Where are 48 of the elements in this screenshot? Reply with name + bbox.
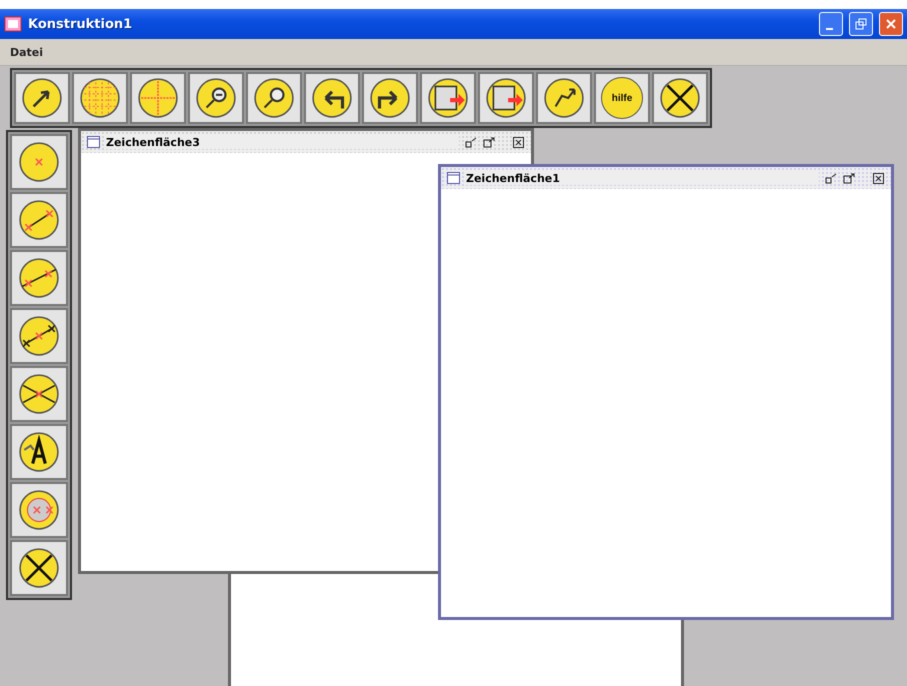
menu-item[interactable]: Datei — [10, 46, 44, 58]
close-icon[interactable] — [873, 172, 885, 184]
intersection-icon — [18, 373, 60, 415]
restore-button[interactable] — [849, 12, 873, 36]
iconify-icon[interactable] — [465, 136, 477, 148]
tool-button[interactable] — [652, 72, 708, 124]
maximize-icon[interactable] — [483, 136, 495, 148]
axes-icon — [137, 77, 179, 119]
frame-title: Zeichenfläche1 — [466, 172, 819, 184]
tool-button[interactable] — [10, 308, 68, 364]
close-icon — [659, 77, 701, 119]
segment-icon — [18, 199, 60, 241]
tool-button[interactable] — [478, 72, 534, 124]
close-icon[interactable] — [513, 136, 525, 148]
undo-icon — [311, 77, 353, 119]
redo-icon — [369, 77, 411, 119]
maximize-icon[interactable] — [843, 172, 855, 184]
pointer-icon — [21, 77, 63, 119]
tool-button[interactable] — [10, 366, 68, 422]
close-button[interactable] — [879, 12, 903, 36]
minimize-button[interactable] — [819, 12, 843, 36]
tool-button[interactable] — [246, 72, 302, 124]
close-icon — [18, 547, 60, 589]
circle-icon — [18, 489, 60, 531]
tool-button[interactable] — [14, 72, 70, 124]
tool-button[interactable] — [188, 72, 244, 124]
help-button[interactable]: hilfe — [594, 72, 650, 124]
tool-button[interactable] — [304, 72, 360, 124]
close-icon — [885, 18, 897, 30]
save-icon — [427, 77, 469, 119]
tool-button[interactable] — [10, 424, 68, 480]
grid-icon — [79, 77, 121, 119]
point-icon — [18, 141, 60, 183]
iconify-icon[interactable] — [825, 172, 837, 184]
tool-button[interactable] — [362, 72, 418, 124]
frame-icon — [447, 172, 460, 184]
tool-button[interactable] — [536, 72, 592, 124]
tool-button[interactable] — [10, 540, 68, 596]
frame-icon — [87, 136, 100, 148]
tool-button[interactable] — [420, 72, 476, 124]
minimize-icon — [826, 28, 832, 30]
move-icon — [543, 77, 585, 119]
frame-title: Zeichenfläche3 — [106, 136, 459, 148]
restore-icon — [855, 18, 867, 30]
app-icon — [4, 15, 22, 33]
window-title: Konstruktion1 — [28, 16, 134, 32]
ray-icon — [18, 315, 60, 357]
label-icon — [18, 431, 60, 473]
